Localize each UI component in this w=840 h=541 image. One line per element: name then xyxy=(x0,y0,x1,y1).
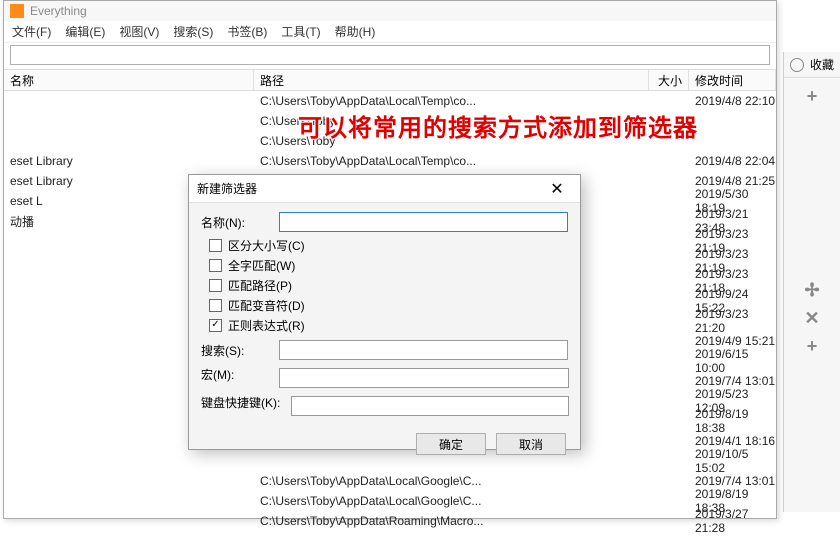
cell-path: C:\Users\Toby\AppData\Local\Temp\co... xyxy=(254,94,649,108)
close-tool-icon[interactable]: ✕ xyxy=(802,308,822,328)
table-row[interactable]: eset LibraryC:\Users\Toby\AppData\Local\… xyxy=(4,151,776,171)
shortcut-input[interactable] xyxy=(291,396,569,416)
side-panel: 收藏 + ✢ ✕ + xyxy=(783,52,840,512)
diacritics-label: 匹配变音符(D) xyxy=(228,297,305,314)
table-row[interactable]: C:\Users\Toby\AppData\Local\Temp\co... 20… xyxy=(4,91,776,111)
table-row[interactable]: C:\Users\Toby\AppData\Local\Google\C...2… xyxy=(4,491,776,511)
name-input[interactable] xyxy=(279,212,568,232)
menu-search[interactable]: 搜索(S) xyxy=(173,23,213,40)
search-input-dialog[interactable] xyxy=(279,340,568,360)
menu-file[interactable]: 文件(F) xyxy=(12,23,51,40)
regex-checkbox[interactable]: ✓ xyxy=(209,319,222,332)
cell-mtime: 2019/3/23 21:20 xyxy=(689,307,776,335)
column-header: 名称 路径 大小 修改时间 xyxy=(4,69,776,91)
cell-name: eset Library xyxy=(4,154,254,168)
titlebar[interactable]: Everything xyxy=(4,1,776,21)
dialog-title: 新建筛选器 xyxy=(197,180,257,197)
table-row[interactable]: C:\Users\Toby\AppData\Roaming\Macro...20… xyxy=(4,511,776,531)
cell-path: C:\Users\Toby\AppData\Local\Google\C... xyxy=(254,494,649,508)
cell-mtime: 2019/4/8 22:04 xyxy=(689,154,776,168)
table-row[interactable]: C:\Users\Toby xyxy=(4,131,776,151)
menu-help[interactable]: 帮助(H) xyxy=(335,23,376,40)
path-checkbox[interactable] xyxy=(209,279,222,292)
window-title: Everything xyxy=(30,4,87,18)
ok-button[interactable]: 确定 xyxy=(416,433,486,455)
dialog-titlebar[interactable]: 新建筛选器 ✕ xyxy=(189,175,580,203)
col-name[interactable]: 名称 xyxy=(4,70,254,90)
cell-mtime: 2019/4/8 22:10 xyxy=(689,94,776,108)
macro-input[interactable] xyxy=(279,368,569,388)
wholeword-label: 全字匹配(W) xyxy=(228,257,295,274)
cell-mtime: 2019/4/9 15:21 xyxy=(689,334,776,348)
cell-path: C:\Users\Toby xyxy=(254,134,649,148)
name-label: 名称(N): xyxy=(201,214,279,231)
search-label: 搜索(S): xyxy=(201,342,279,359)
diacritics-checkbox[interactable] xyxy=(209,299,222,312)
cell-mtime: 2019/4/1 18:16 xyxy=(689,434,776,448)
path-label: 匹配路径(P) xyxy=(228,277,292,294)
cell-path: C:\Users\Toby\AppData\Roaming\Macro... xyxy=(254,514,649,528)
add-icon[interactable]: + xyxy=(802,86,822,106)
case-checkbox[interactable] xyxy=(209,239,222,252)
table-row[interactable]: C:\Users\Toby xyxy=(4,111,776,131)
wholeword-checkbox[interactable] xyxy=(209,259,222,272)
cancel-button[interactable]: 取消 xyxy=(496,433,566,455)
cell-path: C:\Users\Toby\AppData\Local\Google\C... xyxy=(254,474,649,488)
app-icon xyxy=(10,4,24,18)
cell-mtime: 2019/7/4 13:01 xyxy=(689,474,776,488)
regex-label: 正则表达式(R) xyxy=(228,317,305,334)
cell-mtime: 2019/6/15 10:00 xyxy=(689,347,776,375)
col-path[interactable]: 路径 xyxy=(254,70,649,90)
globe-icon[interactable] xyxy=(790,58,804,72)
col-mtime[interactable]: 修改时间 xyxy=(689,70,776,90)
menu-view[interactable]: 视图(V) xyxy=(119,23,159,40)
cell-path: C:\Users\Toby xyxy=(254,114,649,128)
cell-path: C:\Users\Toby\AppData\Local\Temp\co... xyxy=(254,154,649,168)
add2-icon[interactable]: + xyxy=(802,336,822,356)
menu-tools[interactable]: 工具(T) xyxy=(281,23,320,40)
table-row[interactable]: C:\Users\Toby\AppData\Local\Google\C... 2… xyxy=(4,471,776,491)
cell-mtime: 2019/4/8 21:25 xyxy=(689,174,776,188)
col-size[interactable]: 大小 xyxy=(649,70,689,90)
cell-mtime: 2019/3/27 21:28 xyxy=(689,507,776,535)
cell-mtime: 2019/8/19 18:38 xyxy=(689,407,776,435)
menu-edit[interactable]: 编辑(E) xyxy=(65,23,105,40)
move-icon[interactable]: ✢ xyxy=(802,280,822,300)
case-label: 区分大小写(C) xyxy=(228,237,305,254)
menubar: 文件(F) 编辑(E) 视图(V) 搜索(S) 书签(B) 工具(T) 帮助(H… xyxy=(4,21,776,43)
new-filter-dialog: 新建筛选器 ✕ 名称(N): 区分大小写(C) 全字匹配(W) 匹配路径(P) … xyxy=(188,174,581,450)
macro-label: 宏(M): xyxy=(201,366,279,383)
favorites-label[interactable]: 收藏 xyxy=(810,56,834,73)
menu-bookmarks[interactable]: 书签(B) xyxy=(227,23,267,40)
cell-mtime: 2019/7/4 13:01 xyxy=(689,374,776,388)
cell-mtime: 2019/10/5 15:02 xyxy=(689,447,776,475)
search-input[interactable] xyxy=(10,45,770,65)
shortcut-label: 键盘快捷键(K): xyxy=(201,394,291,411)
close-icon[interactable]: ✕ xyxy=(542,179,572,199)
